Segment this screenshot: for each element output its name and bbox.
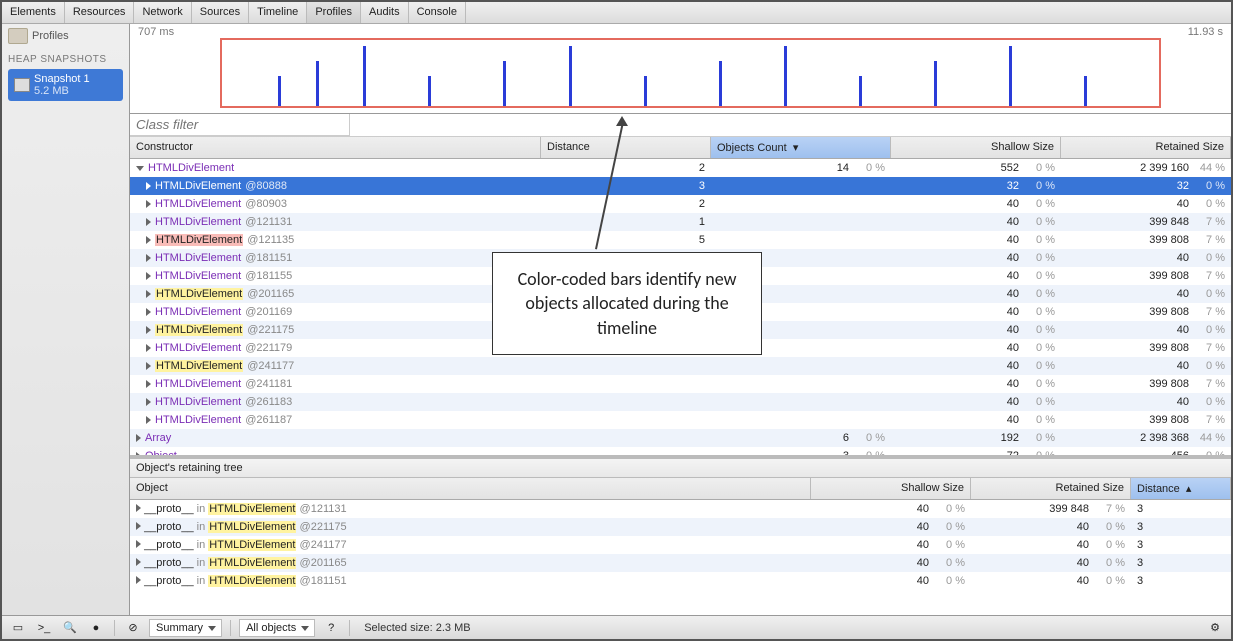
sidebar-header: Profiles xyxy=(2,24,129,48)
rcol-distance[interactable]: Distance ▴ xyxy=(1131,478,1231,499)
constructor-name: HTMLDivElement xyxy=(155,378,241,390)
tab-elements[interactable]: Elements xyxy=(2,2,65,23)
retaining-tree: Object's retaining tree Object Shallow S… xyxy=(130,455,1231,615)
tab-console[interactable]: Console xyxy=(409,2,466,23)
constructor-name: HTMLDivElement xyxy=(155,252,241,264)
constructors-header: Constructor Distance Objects Count ▾ Sha… xyxy=(130,137,1231,159)
tab-resources[interactable]: Resources xyxy=(65,2,135,23)
allocation-bar xyxy=(784,46,787,106)
rcol-shallow[interactable]: Shallow Size xyxy=(811,478,971,499)
constructor-name: HTMLDivElement xyxy=(155,288,243,300)
table-row[interactable]: Object30 %720 %4560 % xyxy=(130,447,1231,455)
clear-icon[interactable]: ⊘ xyxy=(123,619,143,637)
record-icon[interactable]: ● xyxy=(86,619,106,637)
allocation-timeline[interactable]: 707 ms 11.93 s xyxy=(130,24,1231,114)
rcol-object[interactable]: Object xyxy=(130,478,811,499)
constructor-name: HTMLDivElement xyxy=(155,324,243,336)
snapshot-name: Snapshot 1 xyxy=(34,73,90,85)
filter-dropdown[interactable]: All objects xyxy=(239,619,315,637)
retaining-header: Object Shallow Size Retained Size Distan… xyxy=(130,478,1231,500)
allocation-bar xyxy=(719,61,722,106)
allocation-bar xyxy=(1009,46,1012,106)
allocation-bar xyxy=(644,76,647,106)
retaining-row[interactable]: __proto__ in HTMLDivElement @181151400 %… xyxy=(130,572,1231,590)
constructor-name: HTMLDivElement xyxy=(155,342,241,354)
dock-icon[interactable]: ▭ xyxy=(8,619,28,637)
allocation-bar xyxy=(934,61,937,106)
constructor-name: HTMLDivElement xyxy=(155,270,241,282)
retaining-row[interactable]: __proto__ in HTMLDivElement @121131400 %… xyxy=(130,500,1231,518)
constructor-name: HTMLDivElement xyxy=(155,396,241,408)
constructor-name: HTMLDivElement xyxy=(155,360,243,372)
constructor-name: Array xyxy=(145,432,171,444)
retaining-row[interactable]: __proto__ in HTMLDivElement @221175400 %… xyxy=(130,518,1231,536)
class-filter-input[interactable] xyxy=(130,114,350,136)
search-icon[interactable]: 🔍 xyxy=(60,619,80,637)
constructor-name: HTMLDivElement xyxy=(155,306,241,318)
profiles-sidebar: Profiles HEAP SNAPSHOTS Snapshot 1 5.2 M… xyxy=(2,24,130,615)
profiles-icon xyxy=(8,28,28,44)
snapshot-size: 5.2 MB xyxy=(34,85,90,97)
retaining-rows[interactable]: __proto__ in HTMLDivElement @121131400 %… xyxy=(130,500,1231,615)
annotation-callout: Color-coded bars identify new objects al… xyxy=(492,252,762,355)
allocation-bar xyxy=(1084,76,1087,106)
view-dropdown[interactable]: Summary xyxy=(149,619,222,637)
status-bar: ▭ >_ 🔍 ● ⊘ Summary All objects ? Selecte… xyxy=(2,615,1231,639)
col-shallow-size[interactable]: Shallow Size xyxy=(891,137,1061,158)
table-row[interactable]: HTMLDivElement @809032400 %400 % xyxy=(130,195,1231,213)
timeline-start: 707 ms xyxy=(138,26,174,36)
retaining-row[interactable]: __proto__ in HTMLDivElement @241177400 %… xyxy=(130,536,1231,554)
retaining-tree-title: Object's retaining tree xyxy=(130,459,1231,478)
table-row[interactable]: HTMLDivElement @261183400 %400 % xyxy=(130,393,1231,411)
col-constructor[interactable]: Constructor xyxy=(130,137,541,158)
devtools-tabs: ElementsResourcesNetworkSourcesTimelineP… xyxy=(2,2,1231,24)
table-row[interactable]: HTMLDivElement @261187400 %399 8087 % xyxy=(130,411,1231,429)
timeline-end: 11.93 s xyxy=(1188,26,1223,36)
rcol-retained[interactable]: Retained Size xyxy=(971,478,1131,499)
constructor-name: HTMLDivElement xyxy=(155,414,241,426)
console-toggle-icon[interactable]: >_ xyxy=(34,619,54,637)
allocation-bar xyxy=(278,76,281,106)
snapshot-item[interactable]: Snapshot 1 5.2 MB xyxy=(8,69,123,101)
filter-row xyxy=(130,114,1231,137)
tab-sources[interactable]: Sources xyxy=(192,2,249,23)
col-retained-size[interactable]: Retained Size xyxy=(1061,137,1231,158)
constructor-name: HTMLDivElement xyxy=(155,180,241,192)
constructor-name: Object xyxy=(145,450,177,455)
table-row[interactable]: Array60 %1920 %2 398 36844 % xyxy=(130,429,1231,447)
table-row[interactable]: HTMLDivElement2140 %5520 %2 399 16044 % xyxy=(130,159,1231,177)
sidebar-category: HEAP SNAPSHOTS xyxy=(2,48,129,67)
allocation-bar xyxy=(316,61,319,106)
table-row[interactable]: HTMLDivElement @1211355400 %399 8087 % xyxy=(130,231,1231,249)
tab-audits[interactable]: Audits xyxy=(361,2,409,23)
help-icon[interactable]: ? xyxy=(321,619,341,637)
table-row[interactable]: HTMLDivElement @808883320 %320 % xyxy=(130,177,1231,195)
col-objects-count[interactable]: Objects Count ▾ xyxy=(711,137,891,158)
timeline-selection[interactable] xyxy=(220,38,1161,108)
settings-gear-icon[interactable]: ⚙ xyxy=(1205,619,1225,637)
constructor-name: HTMLDivElement xyxy=(155,234,243,246)
allocation-bar xyxy=(569,46,572,106)
snapshot-thumb-icon xyxy=(14,78,30,92)
table-row[interactable]: HTMLDivElement @1211311400 %399 8487 % xyxy=(130,213,1231,231)
allocation-bar xyxy=(428,76,431,106)
retaining-row[interactable]: __proto__ in HTMLDivElement @201165400 %… xyxy=(130,554,1231,572)
table-row[interactable]: HTMLDivElement @241177400 %400 % xyxy=(130,357,1231,375)
constructor-name: HTMLDivElement xyxy=(155,216,241,228)
sidebar-title: Profiles xyxy=(32,30,69,42)
tab-network[interactable]: Network xyxy=(134,2,191,23)
col-distance[interactable]: Distance xyxy=(541,137,711,158)
allocation-bar xyxy=(363,46,366,106)
tab-profiles[interactable]: Profiles xyxy=(307,2,361,23)
table-row[interactable]: HTMLDivElement @241181400 %399 8087 % xyxy=(130,375,1231,393)
constructor-name: HTMLDivElement xyxy=(155,198,241,210)
allocation-bar xyxy=(503,61,506,106)
selected-size: Selected size: 2.3 MB xyxy=(358,622,476,634)
tab-timeline[interactable]: Timeline xyxy=(249,2,307,23)
constructor-name: HTMLDivElement xyxy=(148,162,234,174)
allocation-bar xyxy=(859,76,862,106)
